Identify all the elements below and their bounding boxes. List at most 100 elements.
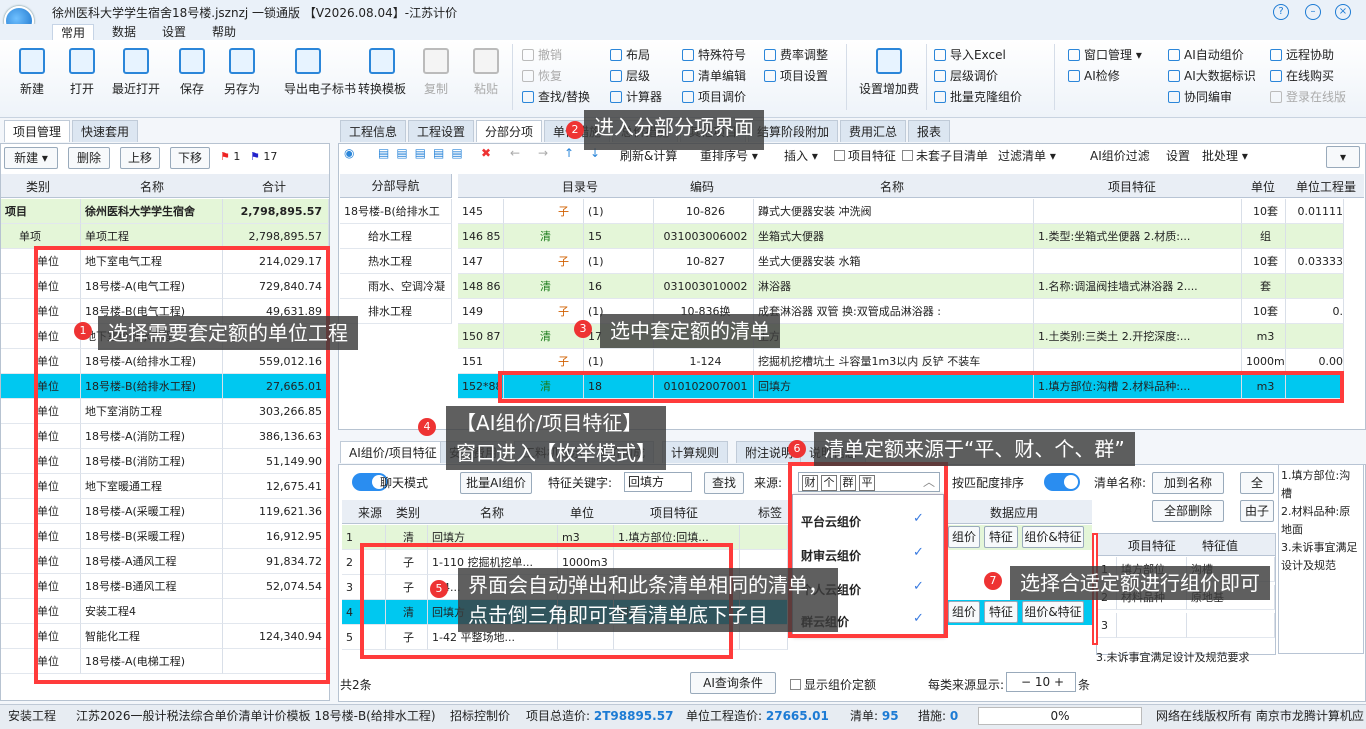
collab-review-button[interactable]: 协同编审 xyxy=(1168,88,1232,106)
tree-down-button[interactable]: 下移 xyxy=(170,147,210,169)
list-row[interactable]: 147 子 (1) 10-827 坐式大便器安装 水箱 10套 0.03333 xyxy=(458,249,1344,274)
tree-row[interactable]: 单位 18号楼-A(消防工程) 386,136.63 xyxy=(1,424,329,449)
tree-row[interactable]: 单位 18号楼-A(电梯工程) xyxy=(1,649,329,674)
source-select[interactable]: 财个群平 ︿ xyxy=(798,472,940,492)
blue-flag-count[interactable]: ⚑ 17 xyxy=(250,150,277,163)
tree-row[interactable]: 单位 安装工程4 xyxy=(1,599,329,624)
list-row[interactable]: 149 子 (1) 10-836换 成套淋浴器 双管 换:双管成品淋浴器 :10套 0. xyxy=(458,299,1344,324)
tree-row[interactable]: 单位 18号楼-B(消防工程) 51,149.90 xyxy=(1,449,329,474)
online-buy-button[interactable]: 在线购买 xyxy=(1270,67,1334,85)
tab-bottom[interactable]: 计算规则 xyxy=(662,441,729,463)
list-row[interactable]: 151 子 (1) 1-124 挖掘机挖槽坑土 斗容量1m3以内 反铲 不装车 1000m… xyxy=(458,349,1344,374)
redo-button[interactable]: 恢复 xyxy=(522,67,562,85)
tree-row[interactable]: 项目 徐州医科大学学生宿舍 2,798,895.57 xyxy=(1,199,329,224)
tab-quick-apply[interactable]: 快速套用 xyxy=(72,120,139,142)
minimize-icon[interactable]: – xyxy=(1305,4,1321,20)
nav-item[interactable]: 给水工程 xyxy=(340,224,452,249)
arrow-up-icon[interactable]: ↑ xyxy=(564,146,574,160)
login-online-button[interactable]: 登录在线版 xyxy=(1270,88,1346,106)
arrow-left-icon[interactable]: ← xyxy=(510,146,520,160)
add-name-button[interactable]: 加到名称 xyxy=(1152,472,1224,494)
level-button[interactable]: 层级 xyxy=(610,67,650,85)
project-price-adjust-button[interactable]: 项目调价 xyxy=(682,88,746,106)
new-button[interactable]: 新建 xyxy=(8,48,56,97)
undo-button[interactable]: 撤销 xyxy=(522,46,562,64)
apply-button[interactable]: 特征 xyxy=(984,526,1018,548)
save-button[interactable]: 保存 xyxy=(168,48,216,97)
settings-button[interactable]: 设置 xyxy=(1166,145,1190,167)
list-row[interactable]: 146 85 清 15 031003006002 坐箱式大便器 1.类型:坐箱式坐便器 2… xyxy=(458,224,1344,249)
ai-auto-price-button[interactable]: AI自动组价 xyxy=(1168,46,1244,64)
search-button[interactable]: 查找 xyxy=(704,472,744,494)
feature-checkbox[interactable]: 项目特征 xyxy=(834,145,896,167)
project-settings-button[interactable]: 项目设置 xyxy=(764,67,828,85)
tab-project-manage[interactable]: 项目管理 xyxy=(4,120,71,142)
nav-item[interactable]: 雨水、空调冷凝 xyxy=(340,274,452,299)
tree-row[interactable]: 单项 单项工程 2,798,895.57 xyxy=(1,224,329,249)
by-button[interactable]: 由子 xyxy=(1240,500,1274,522)
keyword-input[interactable]: 回填方 xyxy=(624,472,692,492)
menu-help[interactable]: 帮助 xyxy=(204,24,244,40)
find-replace-button[interactable]: 查找/替换 xyxy=(522,88,590,106)
tree-row[interactable]: 单位 地下室消防工程 303,266.85 xyxy=(1,399,329,424)
copy-button[interactable]: 复制 xyxy=(412,48,460,97)
outline-icons[interactable]: ▤▤▤▤▤ xyxy=(378,146,470,160)
add-fee-button[interactable]: 设置增加费 xyxy=(856,48,922,97)
ai-check-button[interactable]: AI检修 xyxy=(1068,67,1120,85)
tab-main[interactable]: 报表 xyxy=(908,120,951,142)
tree-new-button[interactable]: 新建 ▾ xyxy=(4,147,58,169)
show-price-checkbox[interactable]: 显示组价定额 xyxy=(790,676,876,693)
feat-name[interactable] xyxy=(1117,613,1187,638)
tree-row[interactable]: 单位 智能化工程 124,340.94 xyxy=(1,624,329,649)
tree-row[interactable]: 单位 18号楼-B通风工程 52,074.54 xyxy=(1,574,329,599)
insert-button[interactable]: 插入 ▾ xyxy=(784,145,818,167)
menu-common[interactable]: 常用 xyxy=(52,24,95,40)
special-symbol-button[interactable]: 特殊符号 xyxy=(682,46,746,64)
convert-template-button[interactable]: 转换模板 xyxy=(358,48,406,97)
red-flag-count[interactable]: ⚑ 1 xyxy=(220,150,240,163)
tree-row[interactable]: 单位 地下室暖通工程 12,675.41 xyxy=(1,474,329,499)
list-edit-button[interactable]: 清单编辑 xyxy=(682,67,746,85)
eye-icon[interactable]: ◉ xyxy=(344,146,354,160)
level-price-button[interactable]: 层级调价 xyxy=(934,67,998,85)
option-audit[interactable]: 财审云组价 xyxy=(801,547,861,564)
batch-process-button[interactable]: 批处理 ▾ xyxy=(1202,145,1248,167)
apply-button[interactable]: 组价&特征 xyxy=(1022,526,1084,548)
more-dropdown[interactable]: ▾ xyxy=(1326,146,1360,168)
export-bid-button[interactable]: 导出电子标书 xyxy=(284,48,356,97)
tab-main[interactable]: 分部分项 xyxy=(476,120,543,142)
tab-bottom[interactable]: AI组价/项目特征 xyxy=(340,441,446,463)
apply-button[interactable]: 组价&特征 xyxy=(1022,601,1084,623)
window-manage-button[interactable]: 窗口管理 ▾ xyxy=(1068,46,1142,64)
remote-assist-button[interactable]: 远程协助 xyxy=(1270,46,1334,64)
nav-item[interactable]: 热水工程 xyxy=(340,249,452,274)
feat-value[interactable] xyxy=(1187,613,1275,638)
tree-row[interactable]: 单位 18号楼-A(给排水工程) 559,012.16 xyxy=(1,349,329,374)
delete-all-button[interactable]: 全部删除 xyxy=(1152,500,1224,522)
per-source-stepper[interactable]: − 10 + xyxy=(1006,672,1076,692)
filter-list-button[interactable]: 过滤清单 ▾ xyxy=(998,145,1056,167)
paste-button[interactable]: 粘贴 xyxy=(462,48,510,97)
menu-settings[interactable]: 设置 xyxy=(154,24,194,40)
tree-row[interactable]: 单位 18号楼-A(电气工程) 729,840.74 xyxy=(1,274,329,299)
menu-data[interactable]: 数据 xyxy=(104,24,144,40)
delete-row-icon[interactable]: ✖ xyxy=(481,146,491,160)
notes-box[interactable]: 1.填方部位:沟槽 2.材料品种:原地面 3.未诉事宜满足设计及规范 xyxy=(1278,464,1364,654)
layout-button[interactable]: 布局 xyxy=(610,46,650,64)
tree-up-button[interactable]: 上移 xyxy=(120,147,160,169)
nav-item[interactable]: 18号楼-B(给排水工 xyxy=(340,199,452,224)
list-row[interactable]: 148 86 清 16 031003010002 淋浴器 1.名称:调温阀挂墙式淋浴器 2… xyxy=(458,274,1344,299)
tab-main[interactable]: 费用汇总 xyxy=(840,120,907,142)
tree-row[interactable]: 单位 18号楼-A通风工程 91,834.72 xyxy=(1,549,329,574)
option-platform[interactable]: 平台云组价 xyxy=(801,513,861,530)
close-icon[interactable]: × xyxy=(1335,4,1351,20)
apply-button[interactable]: 组价 xyxy=(948,526,980,548)
apply-button[interactable]: 特征 xyxy=(984,601,1018,623)
import-excel-button[interactable]: 导入Excel xyxy=(934,46,1006,64)
ai-bigdata-button[interactable]: AI大数据标识 xyxy=(1168,67,1256,85)
list-row[interactable]: 145 子 (1) 10-826 蹲式大便器安装 冲洗阀 10套 0.01111 xyxy=(458,199,1344,224)
tree-row[interactable]: 单位 18号楼-A(采暖工程) 119,621.36 xyxy=(1,499,329,524)
tree-row[interactable]: 单位 18号楼-B(采暖工程) 16,912.95 xyxy=(1,524,329,549)
tab-main[interactable]: 工程设置 xyxy=(408,120,475,142)
recent-button[interactable]: 最近打开 xyxy=(112,48,160,97)
